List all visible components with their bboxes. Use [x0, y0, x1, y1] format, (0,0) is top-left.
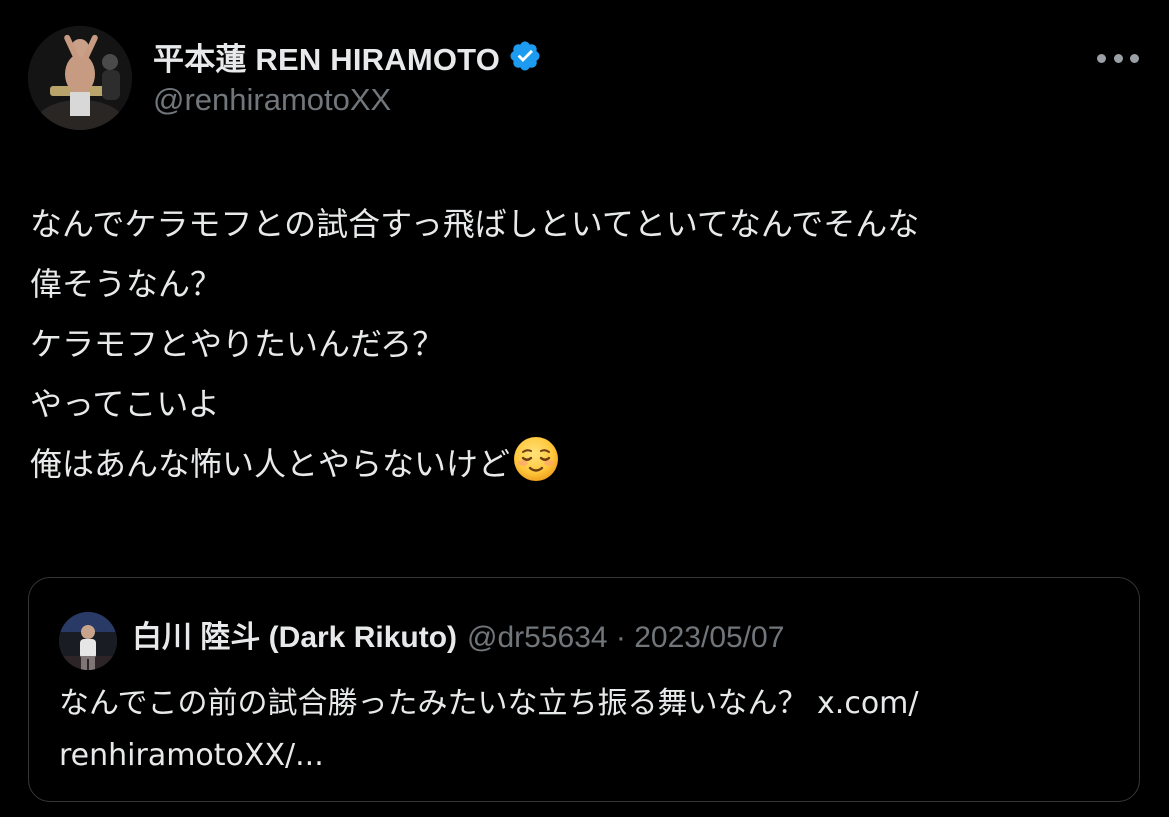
more-dots-icon[interactable] [1097, 44, 1139, 72]
quoted-author-name[interactable]: 白川 陸斗 (Dark Rikuto) [132, 621, 457, 654]
tweet-text-line: 俺はあんな怖い人とやらないけど [30, 445, 511, 483]
author-avatar-photo [28, 26, 132, 130]
quoted-text-line: renhiramotoXX/... [59, 738, 324, 773]
quoted-text-line: なんでこの前の試合勝ったみたいな立ち振る舞いなん？ x.com/ [59, 686, 919, 721]
more-dot [1097, 53, 1106, 63]
author-handle[interactable]: @renhiramotoXX [153, 82, 1053, 118]
quoted-tweet[interactable]: 白川 陸斗 (Dark Rikuto) @dr55634 · 2023/05/07… [28, 577, 1140, 802]
quoted-author-avatar[interactable] [59, 612, 117, 670]
author-info: 平本蓮 REN HIRAMOTO @renhiramotoXX [153, 34, 1053, 118]
tweet-text-line: なんでケラモフとの試合すっ飛ばしといてといてなんでそんな [30, 205, 920, 243]
relieved-face-emoji-icon [514, 437, 559, 481]
more-dot [1130, 53, 1139, 63]
author-avatar[interactable] [28, 26, 132, 130]
quoted-author-meta: @dr55634 · 2023/05/07 [467, 621, 785, 654]
author-display-name[interactable]: 平本蓮 REN HIRAMOTO [153, 34, 500, 79]
tweet-text-line: 偉そうなん？ [30, 265, 223, 303]
quoted-text: なんでこの前の試合勝ったみたいな立ち振る舞いなん？ x.com/ renhira… [59, 678, 1109, 782]
quoted-header: 白川 陸斗 (Dark Rikuto) @dr55634 · 2023/05/07 [132, 616, 784, 660]
author-name-row: 平本蓮 REN HIRAMOTO [153, 34, 1053, 78]
verified-badge-icon[interactable] [508, 39, 542, 73]
tweet-text-line: ケラモフとやりたいんだろ？ [30, 325, 445, 363]
more-dot [1113, 53, 1123, 63]
tweet-text: なんでケラモフとの試合すっ飛ばしといてといてなんでそんな 偉そうなん？ ケラモフ… [30, 194, 1150, 494]
quoted-author-avatar-photo [59, 612, 117, 670]
tweet-text-line: やってこいよ [30, 385, 220, 423]
tweet-text-last-line: 俺はあんな怖い人とやらないけど [30, 434, 1150, 494]
